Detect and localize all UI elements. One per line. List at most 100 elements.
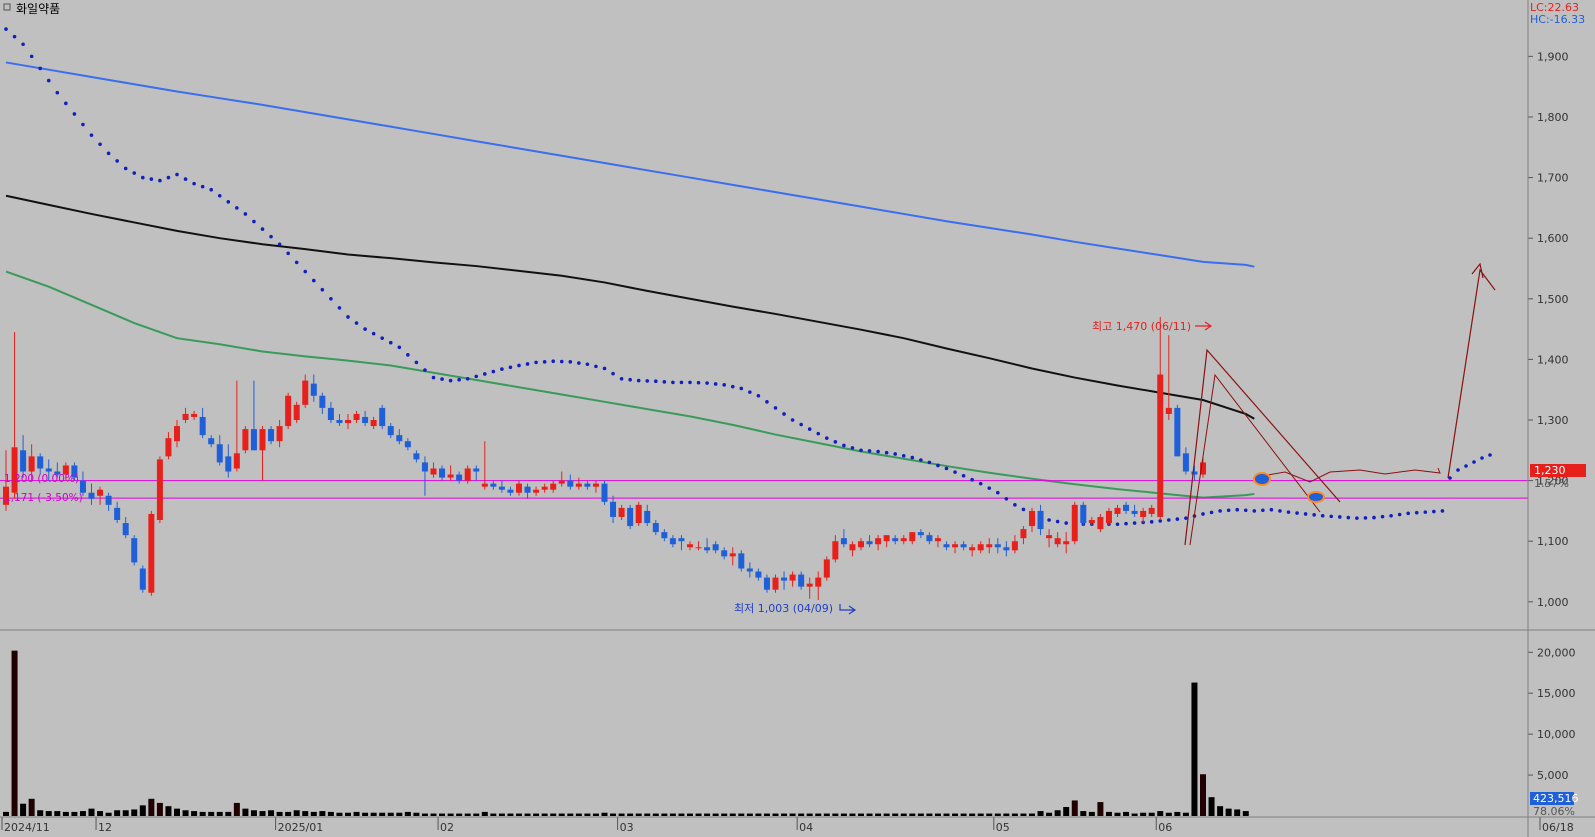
candle-body <box>627 507 634 527</box>
sar-dot <box>919 458 923 462</box>
volume-bar <box>952 813 959 816</box>
candle-body <box>994 544 1001 548</box>
candle-body <box>755 571 762 578</box>
chart-background <box>0 0 1595 837</box>
stock-name: 화일약품 <box>16 1 60 16</box>
sar-dot <box>21 42 25 47</box>
volume-bar <box>575 813 582 816</box>
candle-body <box>1020 529 1027 539</box>
candle-body <box>687 544 693 548</box>
volume-bar <box>558 813 565 816</box>
candle-body <box>28 456 35 472</box>
candle-body <box>832 541 839 560</box>
marker-ellipse-current <box>1253 472 1271 486</box>
price-tick-label: 1,500 <box>1537 293 1569 306</box>
sar-dot <box>235 206 239 210</box>
candle-body <box>259 429 266 451</box>
stock-chart[interactable]: 1,0001,1001,2001,3001,4001,5001,6001,700… <box>0 0 1595 837</box>
candle-body <box>285 395 292 427</box>
sar-dot <box>611 371 615 376</box>
volume-bar <box>1140 812 1147 816</box>
candle-body <box>79 480 86 493</box>
sar-dot <box>1047 518 1051 522</box>
price-tick-label: 1,600 <box>1537 232 1569 245</box>
candle-body <box>1011 541 1018 551</box>
volume-bar <box>182 810 189 816</box>
x-tick-label: 2024/11 <box>4 821 50 834</box>
sar-dot <box>226 200 231 204</box>
volume-bar <box>11 650 18 816</box>
sar-dot <box>688 380 692 385</box>
sar-dot <box>807 427 812 431</box>
candle-body <box>721 550 728 557</box>
volume-bar <box>618 813 625 816</box>
candle-body <box>1182 453 1189 472</box>
sar-dot <box>1252 509 1257 513</box>
sar-dot <box>1329 514 1334 519</box>
volume-bar <box>148 798 155 816</box>
sar-dot <box>1472 460 1476 464</box>
sar-dot <box>448 378 453 383</box>
candle-body <box>712 544 719 551</box>
sar-dot <box>29 54 34 59</box>
sar-dot <box>1432 509 1436 514</box>
volume-bar <box>208 811 215 816</box>
volume-bar <box>1225 808 1232 816</box>
volume-tick-label: 20,000 <box>1537 646 1576 659</box>
candle-body <box>225 456 232 472</box>
volume-bar <box>1046 812 1053 816</box>
volume-badge: 423,516 <box>1533 792 1579 805</box>
sar-dot <box>1278 509 1282 513</box>
sar-dot <box>842 443 846 448</box>
volume-bar <box>909 813 916 816</box>
candle-body <box>473 468 480 472</box>
volume-bar <box>473 813 480 816</box>
sar-dot <box>329 296 333 301</box>
candle-body <box>1037 510 1044 530</box>
sar-dot <box>953 470 957 474</box>
volume-bar <box>54 811 61 816</box>
candle-body <box>310 383 317 396</box>
candle-body <box>533 489 540 493</box>
x-tick-label: 03 <box>620 821 634 834</box>
sar-dot <box>149 177 154 181</box>
volume-bar <box>1097 802 1104 816</box>
candle-body <box>37 456 44 469</box>
volume-bar <box>704 813 711 816</box>
volume-bar <box>174 808 180 816</box>
candle-body <box>250 429 257 451</box>
sar-dot <box>1464 464 1468 468</box>
candle-body <box>1157 374 1164 517</box>
candle-body <box>1174 407 1181 457</box>
sar-dot <box>1243 508 1248 513</box>
volume-bar <box>1131 813 1138 816</box>
sar-dot <box>1363 516 1368 520</box>
volume-bar <box>866 813 873 816</box>
sar-dot <box>1448 476 1452 480</box>
sar-dot <box>380 336 385 340</box>
volume-bar <box>507 813 514 816</box>
sar-dot <box>508 365 513 370</box>
volume-bar <box>259 811 266 816</box>
volume-bar <box>1080 811 1087 816</box>
volume-bar <box>601 812 608 816</box>
sar-dot <box>98 142 102 147</box>
candle-body <box>370 420 377 427</box>
volume-bar <box>1029 813 1035 816</box>
price-tick-label: 1,700 <box>1537 172 1569 185</box>
sar-dot <box>679 380 684 385</box>
current-pct-label: 1.57% <box>1534 477 1569 490</box>
candle-body <box>952 544 959 548</box>
candle-body <box>165 438 172 457</box>
candle-body <box>610 501 617 517</box>
sar-dot <box>55 90 60 95</box>
volume-bar <box>1234 809 1241 816</box>
marker-ellipse-target <box>1307 491 1325 503</box>
volume-bar <box>969 813 976 816</box>
candle-body <box>396 435 403 442</box>
sar-dot <box>81 122 85 127</box>
candle-body <box>746 568 753 572</box>
volume-bar <box>379 812 386 816</box>
sar-dot <box>893 452 897 456</box>
sar-dot <box>166 175 171 180</box>
